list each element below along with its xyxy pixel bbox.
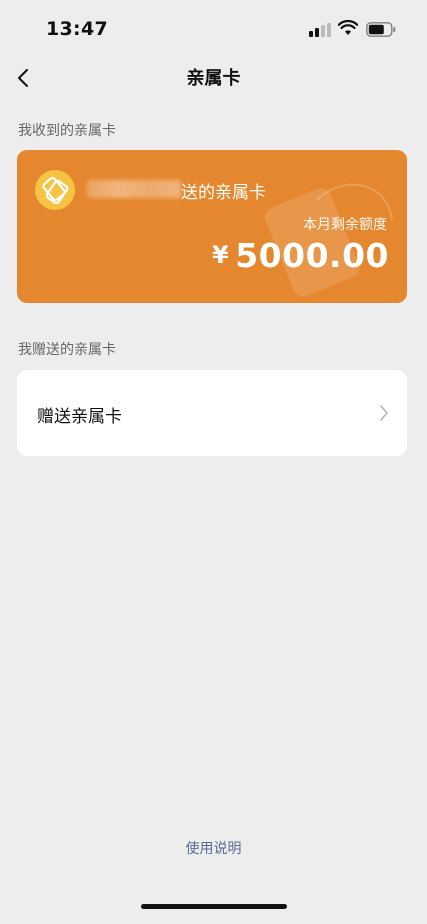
currency-symbol: ¥: [211, 241, 230, 269]
balance-value: 5000.00: [235, 236, 389, 275]
family-card-logo-icon: [35, 170, 75, 210]
home-indicator: [141, 904, 287, 909]
gift-row-label: 赠送亲属卡: [37, 407, 122, 427]
status-time: 13:47: [46, 18, 108, 40]
balance-label: 本月剩余额度: [303, 217, 387, 233]
blurred-sender-name: [87, 180, 181, 198]
screen: 13:47 亲属卡 我收到的亲属卡 送的亲属卡 本月剩余额度 ¥ 5000.00…: [0, 0, 427, 924]
signal-icon: [309, 23, 331, 37]
wifi-icon: [338, 20, 358, 35]
usage-instructions-link[interactable]: 使用说明: [0, 838, 427, 858]
received-family-card[interactable]: 送的亲属卡 本月剩余额度 ¥5000.00: [17, 150, 407, 303]
card-title: 送的亲属卡: [181, 183, 266, 203]
nav-bar: 亲属卡: [0, 58, 427, 98]
battery-icon: [366, 22, 396, 37]
chevron-right-icon: [380, 405, 388, 421]
balance-amount: ¥5000.00: [212, 236, 389, 275]
page-title: 亲属卡: [186, 68, 241, 89]
received-section-label: 我收到的亲属卡: [18, 123, 116, 139]
status-bar: 13:47: [0, 0, 427, 58]
gift-family-card-row[interactable]: 赠送亲属卡: [17, 370, 407, 456]
given-section-label: 我赠送的亲属卡: [18, 342, 116, 358]
